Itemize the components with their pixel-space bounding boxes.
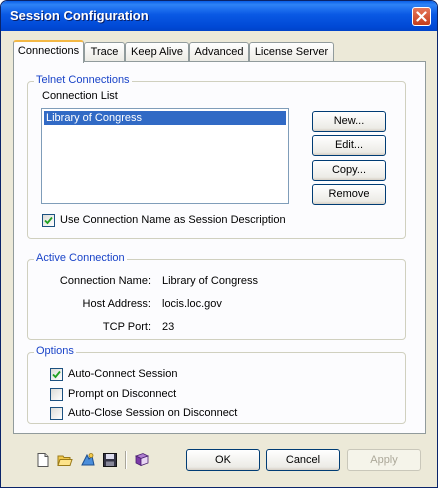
options-label: Options (34, 345, 76, 357)
book-icon[interactable] (134, 452, 150, 468)
auto-close-checkbox[interactable] (50, 407, 63, 420)
tcp-port-label: TCP Port: (102, 321, 151, 333)
cancel-button[interactable]: Cancel (266, 449, 340, 471)
copy-button[interactable]: Copy... (312, 160, 386, 181)
new-button[interactable]: New... (312, 111, 386, 132)
auto-connect-label[interactable]: Auto-Connect Session (68, 368, 177, 380)
edit-button[interactable]: Edit... (312, 135, 386, 156)
tab-keep-alive[interactable]: Keep Alive (125, 42, 189, 61)
tab-advanced[interactable]: Advanced (189, 42, 249, 61)
save-disk-icon[interactable] (102, 452, 118, 468)
checkmark-icon (44, 216, 53, 225)
active-connection-group: Active Connection Connection Name: Libra… (27, 252, 406, 340)
tab-connections[interactable]: Connections (13, 40, 84, 63)
auto-connect-checkbox[interactable] (50, 368, 63, 381)
prompt-on-disconnect-label[interactable]: Prompt on Disconnect (68, 388, 176, 400)
connection-name-label: Connection Name: (59, 275, 151, 287)
title-bar[interactable]: Session Configuration (1, 1, 437, 31)
checkmark-icon (52, 370, 61, 379)
remove-button[interactable]: Remove (312, 184, 386, 205)
connection-list-label: Connection List (42, 90, 118, 102)
close-icon (416, 11, 427, 22)
connection-name-value: Library of Congress (162, 275, 258, 287)
tab-trace[interactable]: Trace (84, 42, 125, 61)
connection-list[interactable]: Library of Congress (41, 108, 289, 204)
window-title: Session Configuration (10, 8, 149, 23)
apply-button: Apply (347, 449, 421, 471)
session-configuration-window: Session Configuration Connections Trace … (0, 0, 438, 488)
use-name-label[interactable]: Use Connection Name as Session Descripti… (60, 214, 286, 226)
tcp-port-value: 23 (162, 321, 175, 333)
open-folder-icon[interactable] (57, 452, 73, 468)
close-button[interactable] (412, 7, 431, 26)
use-name-checkbox[interactable] (42, 214, 55, 227)
tab-license-server[interactable]: License Server (249, 42, 334, 61)
host-address-value: locis.loc.gov (162, 298, 222, 310)
toolbar-separator (125, 451, 127, 469)
ok-button[interactable]: OK (186, 449, 260, 471)
auto-close-label[interactable]: Auto-Close Session on Disconnect (68, 407, 237, 419)
options-group: Options Auto-Connect Session Prompt on D… (27, 345, 406, 424)
telnet-connections-group: Telnet Connections Connection List Libra… (27, 74, 406, 239)
telnet-connections-label: Telnet Connections (34, 74, 132, 86)
new-document-icon[interactable] (35, 452, 51, 468)
connection-list-item[interactable]: Library of Congress (44, 111, 286, 125)
active-connection-label: Active Connection (34, 252, 127, 264)
connections-panel: Telnet Connections Connection List Libra… (13, 61, 426, 434)
import-icon[interactable] (80, 452, 96, 468)
host-address-label: Host Address: (82, 298, 151, 310)
prompt-on-disconnect-checkbox[interactable] (50, 388, 63, 401)
